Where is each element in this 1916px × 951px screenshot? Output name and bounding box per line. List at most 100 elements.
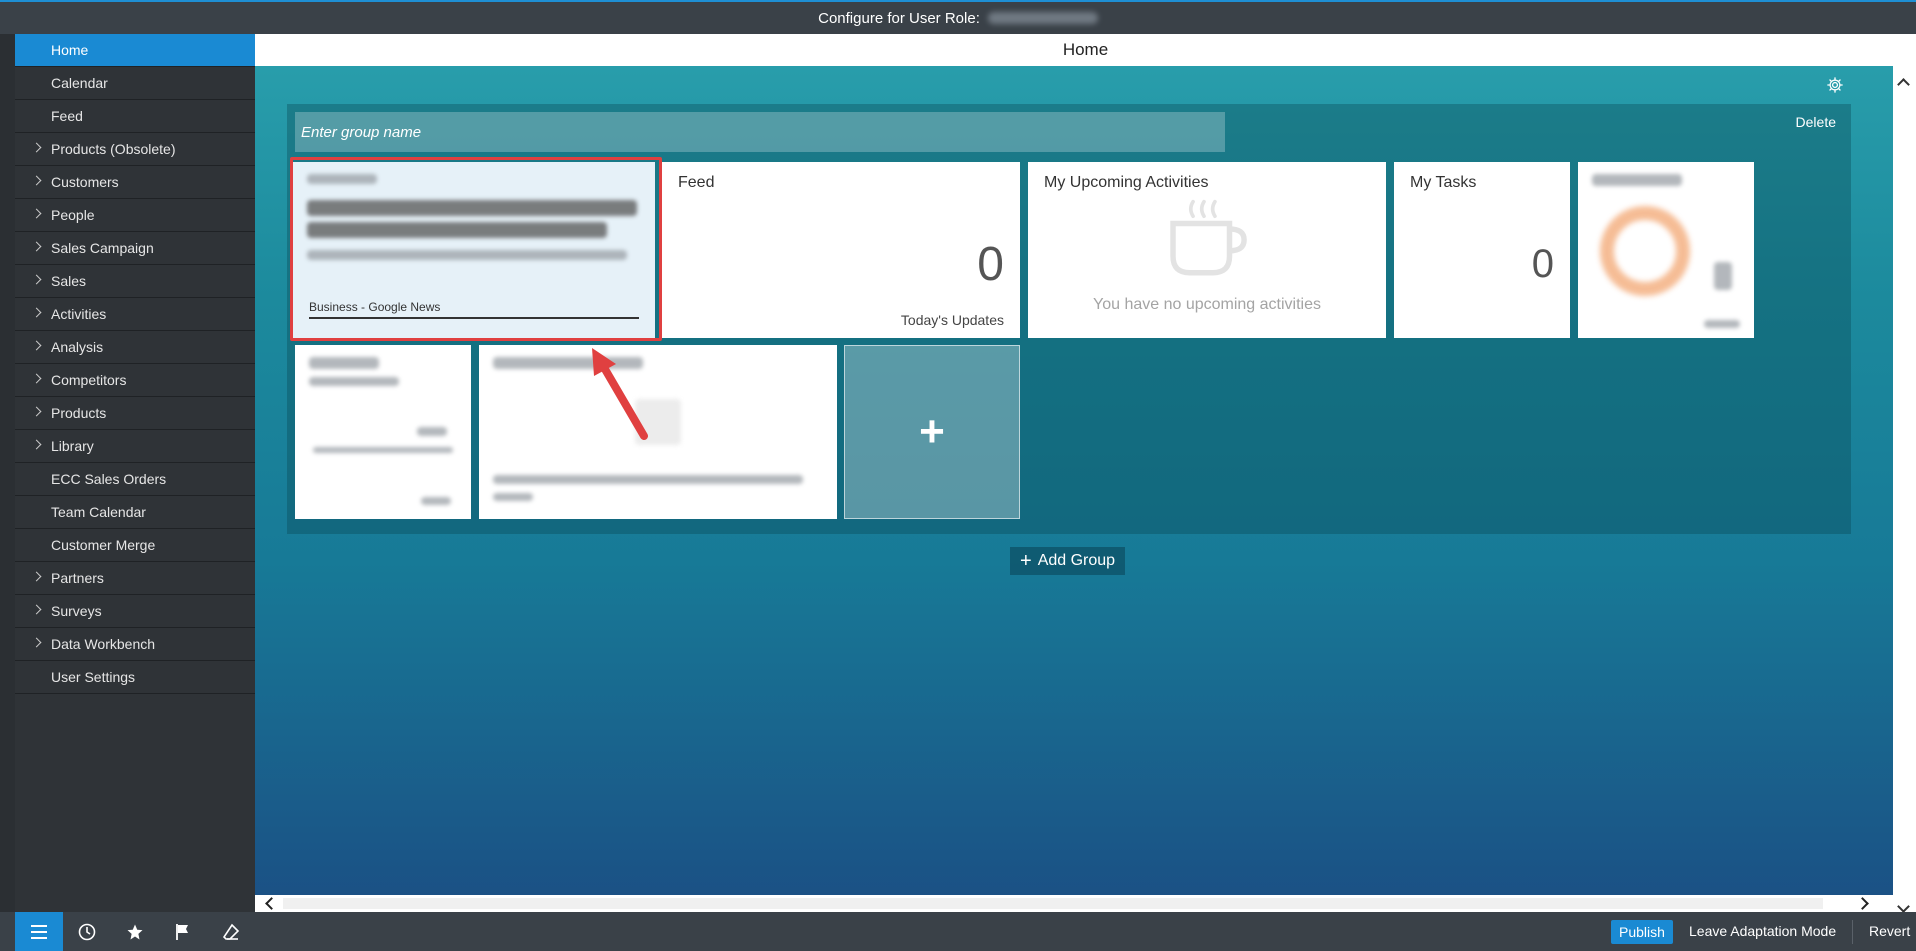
- sidebar-item-label: Activities: [51, 306, 107, 322]
- sidebar-item-label: Surveys: [51, 603, 102, 619]
- chevron-right-icon[interactable]: [31, 241, 42, 252]
- sidebar-item-label: Analysis: [51, 339, 104, 355]
- sidebar-item-label: Sales: [51, 273, 87, 289]
- chevron-right-icon[interactable]: [31, 274, 42, 285]
- sidebar-item-label: Library: [51, 438, 94, 454]
- sidebar-item-feed[interactable]: Feed: [15, 100, 255, 133]
- activities-empty-text: You have no upcoming activities: [1093, 296, 1321, 313]
- user-role-redacted: [987, 12, 1098, 24]
- tasks-count: 0: [1531, 242, 1554, 286]
- vertical-scrollbar[interactable]: [1893, 66, 1916, 912]
- sidebar-item-label: Competitors: [51, 372, 127, 388]
- sidebar-item-label: Calendar: [51, 75, 108, 91]
- sales-kpi-foot-redacted: [421, 497, 451, 505]
- chevron-right-icon[interactable]: [31, 406, 42, 417]
- kpi-title-redacted: [1592, 174, 1682, 186]
- publish-button[interactable]: Publish: [1611, 920, 1673, 944]
- activities-tile-title: My Upcoming Activities: [1044, 174, 1209, 191]
- revert-button[interactable]: Revert: [1869, 923, 1910, 939]
- chevron-right-icon[interactable]: [31, 208, 42, 219]
- sidebar-item-label: Partners: [51, 570, 104, 586]
- sales-kpi-tile-redacted[interactable]: [295, 345, 471, 519]
- tasks-tile[interactable]: My Tasks 0: [1394, 162, 1570, 338]
- group-name-input[interactable]: Enter group name: [295, 112, 1225, 152]
- sidebar-item-people[interactable]: People: [15, 199, 255, 232]
- scroll-up-icon[interactable]: [1897, 78, 1910, 91]
- sales-kpi-bar-redacted: [313, 447, 453, 453]
- sidebar-item-label: Products: [51, 405, 107, 421]
- activities-tile[interactable]: My Upcoming Activities You have no upcom…: [1028, 162, 1386, 338]
- sidebar-item-label: Products (Obsolete): [51, 141, 176, 157]
- chevron-right-icon[interactable]: [31, 439, 42, 450]
- chevron-right-icon[interactable]: [31, 604, 42, 615]
- page-title: Home: [255, 34, 1916, 66]
- chevron-right-icon[interactable]: [31, 175, 42, 186]
- kpi-gauge-redacted: [1600, 206, 1690, 296]
- sidebar-item-data-workbench[interactable]: Data Workbench: [15, 628, 255, 661]
- sidebar-item-calendar[interactable]: Calendar: [15, 67, 255, 100]
- sales-kpi-pct-redacted: [417, 427, 447, 436]
- chevron-right-icon[interactable]: [31, 307, 42, 318]
- sidebar-item-team-calendar[interactable]: Team Calendar: [15, 496, 255, 529]
- delete-group-button[interactable]: Delete: [1796, 114, 1836, 130]
- scroll-down-icon[interactable]: [1897, 900, 1910, 912]
- sales-widget-text-redacted: [493, 475, 803, 484]
- recent-button[interactable]: [63, 912, 111, 951]
- sidebar-item-products-obsolete[interactable]: Products (Obsolete): [15, 133, 255, 166]
- sidebar-item-sales-campaign[interactable]: Sales Campaign: [15, 232, 255, 265]
- sidebar-item-activities[interactable]: Activities: [15, 298, 255, 331]
- leave-adaptation-button[interactable]: Leave Adaptation Mode: [1689, 923, 1836, 939]
- sidebar-item-analysis[interactable]: Analysis: [15, 331, 255, 364]
- sidebar-item-user-settings[interactable]: User Settings: [15, 661, 255, 694]
- sidebar-item-products[interactable]: Products: [15, 397, 255, 430]
- hamburger-icon: [31, 924, 47, 939]
- scroll-left-icon[interactable]: [265, 897, 278, 910]
- feed-subtitle: Today's Updates: [900, 312, 1004, 328]
- sales-kpi-sub-redacted: [309, 377, 399, 386]
- title-text: Configure for User Role:: [818, 9, 980, 27]
- gear-icon[interactable]: [1826, 76, 1844, 94]
- flag-button[interactable]: [159, 912, 207, 951]
- sidebar-item-sales[interactable]: Sales: [15, 265, 255, 298]
- sidebar-item-ecc-sales-orders[interactable]: ECC Sales Orders: [15, 463, 255, 496]
- sidebar-item-library[interactable]: Library: [15, 430, 255, 463]
- scroll-right-icon[interactable]: [1856, 897, 1869, 910]
- pointer-arrow-icon: [592, 348, 648, 440]
- sidebar-item-competitors[interactable]: Competitors: [15, 364, 255, 397]
- sidebar-item-label: Sales Campaign: [51, 240, 154, 256]
- chevron-right-icon[interactable]: [31, 637, 42, 648]
- feed-tile[interactable]: Feed 0 Today's Updates: [662, 162, 1020, 338]
- menu-button[interactable]: [15, 912, 63, 951]
- plus-icon: +: [919, 407, 945, 456]
- kpi-footer-redacted: [1704, 320, 1740, 328]
- add-tile-button[interactable]: +: [844, 345, 1020, 519]
- sidebar-item-partners[interactable]: Partners: [15, 562, 255, 595]
- eraser-button[interactable]: [207, 912, 255, 951]
- sidebar-item-customer-merge[interactable]: Customer Merge: [15, 529, 255, 562]
- sales-widget-text-redacted-2: [493, 493, 533, 501]
- chevron-right-icon[interactable]: [31, 571, 42, 582]
- highlight-box: [290, 157, 662, 341]
- clock-icon: [78, 923, 96, 940]
- scroll-track[interactable]: [283, 898, 1823, 909]
- sidebar-item-surveys[interactable]: Surveys: [15, 595, 255, 628]
- sales-kpi-title-redacted: [309, 357, 379, 369]
- sidebar-item-label: User Settings: [51, 669, 136, 685]
- sidebar-item-home[interactable]: Home: [15, 34, 255, 67]
- plus-icon: +: [1020, 549, 1032, 572]
- chevron-right-icon[interactable]: [31, 142, 42, 153]
- sidebar: Home Calendar Feed Products (Obsolete) Custo…: [15, 34, 255, 912]
- chevron-right-icon[interactable]: [31, 373, 42, 384]
- kpi-tile-redacted[interactable]: [1578, 162, 1754, 338]
- feed-tile-title: Feed: [678, 174, 715, 191]
- sidebar-item-customers[interactable]: Customers: [15, 166, 255, 199]
- sidebar-item-label: Feed: [51, 108, 83, 124]
- sidebar-item-label: Data Workbench: [51, 636, 156, 652]
- chevron-right-icon[interactable]: [31, 340, 42, 351]
- favorites-button[interactable]: [111, 912, 159, 951]
- add-group-button[interactable]: + Add Group: [1010, 547, 1126, 575]
- eraser-icon: [222, 923, 240, 940]
- horizontal-scrollbar[interactable]: [255, 895, 1893, 912]
- feed-count: 0: [977, 238, 1004, 291]
- add-group-label: Add Group: [1037, 552, 1116, 569]
